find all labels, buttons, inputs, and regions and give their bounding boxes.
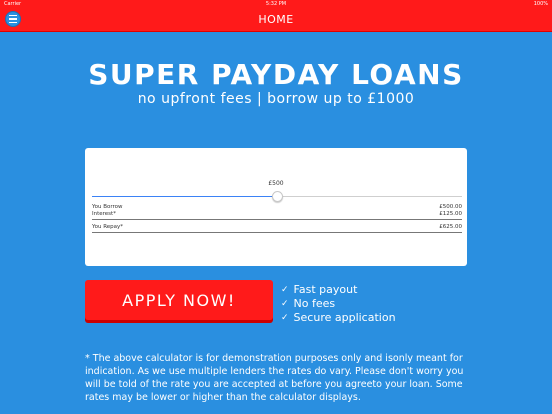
check-icon: ✓: [281, 313, 289, 323]
hero-subtitle: no upfront fees | borrow up to £1000: [137, 91, 415, 107]
feature-label: No fees: [293, 297, 336, 310]
check-icon: ✓: [281, 285, 289, 295]
slider-thumb[interactable]: [271, 191, 283, 202]
feature-item: ✓ Secure application: [281, 311, 396, 325]
hero-title: SUPER PAYDAY LOANS: [88, 58, 464, 91]
battery-label: 100%: [533, 1, 548, 7]
feature-list: ✓ Fast payout ✓ No fees ✓ Secure applica…: [281, 283, 396, 325]
status-bar: Carrier 5:32 PM 100%: [0, 0, 552, 8]
divider: [92, 232, 462, 233]
check-icon: ✓: [281, 299, 289, 309]
slider-value-label: £500: [268, 180, 284, 187]
nav-bar: HOME: [0, 8, 552, 32]
calculator-disclaimer: * The above calculator is for demonstrat…: [85, 353, 464, 403]
divider: [92, 219, 462, 220]
repay-value: £625.00: [439, 224, 462, 230]
loan-calculator-card: £500 You Borrow £500.00 Interest* £125.0…: [85, 148, 467, 266]
loan-amount-slider[interactable]: [92, 191, 462, 202]
interest-row: Interest* £125.00: [92, 211, 462, 217]
interest-value: £125.00: [439, 211, 462, 217]
status-time: 5:32 PM: [265, 1, 287, 7]
feature-item: ✓ Fast payout: [281, 283, 396, 297]
apply-now-button[interactable]: APPLY NOW!: [85, 280, 273, 320]
interest-label: Interest*: [92, 211, 116, 217]
borrow-label: You Borrow: [92, 204, 123, 210]
feature-item: ✓ No fees: [281, 297, 396, 311]
borrow-row: You Borrow £500.00: [92, 204, 462, 210]
slider-fill: [92, 196, 277, 197]
nav-title: HOME: [258, 13, 294, 26]
feature-label: Secure application: [293, 311, 396, 324]
feature-label: Fast payout: [293, 283, 358, 296]
repay-label: You Repay*: [92, 224, 124, 230]
repay-row: You Repay* £625.00: [92, 224, 462, 230]
borrow-value: £500.00: [439, 204, 462, 210]
